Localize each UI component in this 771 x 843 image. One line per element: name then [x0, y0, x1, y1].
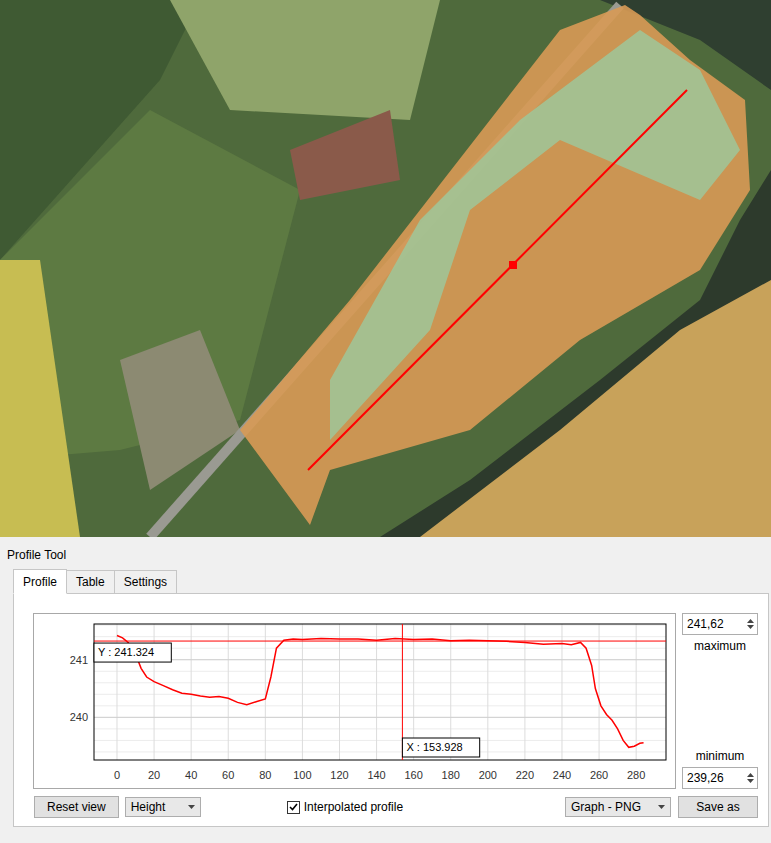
checkbox-box[interactable]	[287, 801, 300, 814]
x-tick-label: 280	[627, 769, 645, 781]
grid-line	[524, 624, 525, 760]
x-tick-label: 240	[553, 769, 571, 781]
cursor-x-label: X : 153.928	[402, 738, 479, 757]
export-format-combo[interactable]: Graph - PNG	[565, 797, 671, 817]
plot-frame	[94, 624, 666, 760]
reset-view-button[interactable]: Reset view	[34, 796, 119, 818]
spinbox-value[interactable]: 239,26	[683, 768, 743, 788]
profile-line	[117, 636, 644, 748]
spinbox-arrows[interactable]	[743, 768, 757, 788]
grid-line	[487, 624, 488, 760]
grid-line	[94, 751, 666, 752]
save-as-button[interactable]: Save as	[678, 796, 758, 818]
grid-line	[376, 624, 377, 760]
chart-canvas[interactable]: 0 20 40 60 80 100 120 140 160 180 200 220 240 260 280 2…	[34, 614, 675, 788]
grid-line	[94, 728, 666, 729]
grid-line	[599, 624, 600, 760]
tab-bar: ProfileTableSettings	[0, 569, 771, 593]
x-tick-label: 260	[590, 769, 608, 781]
map-view[interactable]	[0, 0, 771, 537]
grid-line	[94, 717, 666, 718]
grid-line	[94, 625, 666, 626]
up-arrow-icon[interactable]	[747, 619, 754, 623]
tab[interactable]: Profile	[13, 569, 67, 594]
x-tick-label: 60	[222, 769, 234, 781]
profile-panel: 0 20 40 60 80 100 120 140 160 180 200 220 240 260 280 2…	[13, 593, 769, 827]
up-arrow-icon[interactable]	[747, 773, 754, 777]
grid-line	[94, 740, 666, 741]
grid-line	[302, 624, 303, 760]
spinbox-value[interactable]: 241,62	[683, 614, 743, 634]
x-tick-label: 180	[442, 769, 460, 781]
grid-line	[94, 636, 666, 637]
cursor-horizontal-line	[94, 641, 666, 642]
grid-line	[94, 659, 666, 660]
grid-line	[636, 624, 637, 760]
grid-line	[191, 624, 192, 760]
x-tick-label: 40	[185, 769, 197, 781]
mode-combo[interactable]: Height	[125, 797, 201, 817]
grid-line	[94, 659, 666, 660]
range-column: 241,62maximum minimum239,26	[682, 613, 758, 789]
minimum-label: minimum	[682, 745, 758, 767]
svg-text:X : 153.928: X : 153.928	[406, 741, 462, 753]
dropdown-arrow-icon[interactable]	[188, 805, 195, 809]
grid-line	[94, 694, 666, 695]
grid-line	[94, 671, 666, 672]
splitter[interactable]	[0, 537, 771, 545]
down-arrow-icon[interactable]	[747, 625, 754, 629]
x-tick-label: 20	[148, 769, 160, 781]
grid-line	[94, 648, 666, 649]
x-tick-label: 140	[367, 769, 385, 781]
x-tick-label: 120	[330, 769, 348, 781]
x-tick-label: 160	[404, 769, 422, 781]
control-row: Reset view Height Interpolated profile Grap…	[33, 796, 758, 818]
x-tick-label: 80	[259, 769, 271, 781]
down-arrow-icon[interactable]	[747, 779, 754, 783]
spinbox-arrows[interactable]	[743, 614, 757, 634]
grid-line	[94, 717, 666, 718]
y-tick-label: 240	[70, 711, 88, 723]
dropdown-arrow-icon[interactable]	[658, 805, 665, 809]
grid-line	[228, 624, 229, 760]
grid-line	[561, 624, 562, 760]
tab[interactable]: Settings	[114, 570, 177, 594]
grid-line	[94, 705, 666, 706]
qgis-window: Profile ToolProfileTableSettings 0 20 40 60 8…	[0, 0, 771, 843]
x-tick-label: 200	[479, 769, 497, 781]
minimum-spinbox[interactable]: 239,26	[682, 767, 758, 789]
y-tick-label: 241	[70, 654, 88, 666]
x-tick-label: 100	[293, 769, 311, 781]
grid-line	[265, 624, 266, 760]
profile-chart[interactable]: 0 20 40 60 80 100 120 140 160 180 200 220 240 260 280 2…	[33, 613, 676, 789]
chart-row: 0 20 40 60 80 100 120 140 160 180 200 220 240 260 280 2…	[33, 613, 758, 789]
maximum-spinbox[interactable]: 241,62	[682, 613, 758, 635]
grid-line	[339, 624, 340, 760]
svg-text:Y : 241.324: Y : 241.324	[98, 646, 154, 658]
tab[interactable]: Table	[66, 570, 115, 594]
grid-line	[94, 682, 666, 683]
maximum-label: maximum	[682, 635, 758, 657]
interpolated-checkbox[interactable]: Interpolated profile	[287, 800, 403, 814]
cursor-y-label: Y : 241.324	[94, 643, 171, 662]
x-tick-label: 0	[114, 769, 120, 781]
x-tick-label: 220	[516, 769, 534, 781]
dock-title: Profile Tool	[0, 545, 771, 569]
check-icon	[289, 803, 298, 811]
